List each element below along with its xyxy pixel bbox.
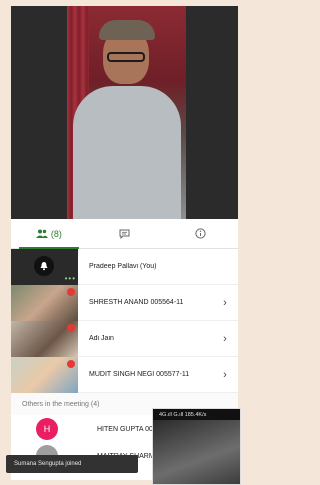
network-status-bar: 4G.ıll G.ıll 185.4K/s	[153, 409, 240, 420]
more-dots-icon: •••	[64, 273, 76, 283]
join-notification-toast: Sumana Sengupta joined	[6, 455, 138, 473]
speaker-body	[73, 86, 181, 219]
chevron-right-icon[interactable]: ›	[218, 369, 232, 381]
picture-in-picture-window[interactable]: 4G.ıll G.ıll 185.4K/s	[152, 408, 241, 485]
speaker-glasses	[107, 52, 145, 62]
participant-thumbnail	[11, 284, 78, 321]
participant-thumbnail	[11, 356, 78, 393]
info-icon	[195, 228, 206, 239]
list-item[interactable]: Adi Jain ›	[11, 320, 238, 357]
participant-thumbnail: •••	[11, 248, 78, 285]
active-speaker-video	[67, 6, 186, 219]
participant-name: HITEN GUPTA 00	[97, 425, 153, 433]
tab-chat[interactable]	[87, 219, 163, 248]
meeting-tabs: (8)	[11, 219, 238, 249]
mic-muted-icon	[67, 323, 75, 332]
participants-count: (8)	[50, 228, 62, 239]
pip-video	[153, 420, 240, 484]
participant-name: Pradeep Pallavi (You)	[89, 263, 157, 270]
list-item[interactable]: MUDIT SINGH NEGI 005577-11 ›	[11, 356, 238, 393]
participant-name: SHRESTH ANAND 005564-11	[89, 299, 184, 306]
participant-thumbnail	[11, 320, 78, 357]
avatar: H	[36, 418, 58, 440]
chevron-right-icon[interactable]: ›	[218, 297, 232, 309]
main-video-area[interactable]	[11, 6, 238, 219]
chevron-right-icon[interactable]: ›	[218, 333, 232, 345]
list-item[interactable]: SHRESTH ANAND 005564-11 ›	[11, 284, 238, 321]
chat-icon	[119, 229, 130, 239]
speaker-cap	[99, 20, 155, 40]
people-icon	[35, 229, 48, 238]
tab-info[interactable]	[162, 219, 238, 248]
mic-muted-icon	[67, 359, 75, 368]
participant-name: MUDIT SINGH NEGI 005577-11	[89, 371, 190, 378]
notification-bell-icon	[34, 255, 54, 276]
tab-participants[interactable]: (8)	[11, 219, 87, 249]
mic-muted-icon	[67, 287, 75, 296]
list-item[interactable]: ••• Pradeep Pallavi (You)	[11, 248, 238, 285]
participant-name: Adi Jain	[89, 335, 114, 342]
